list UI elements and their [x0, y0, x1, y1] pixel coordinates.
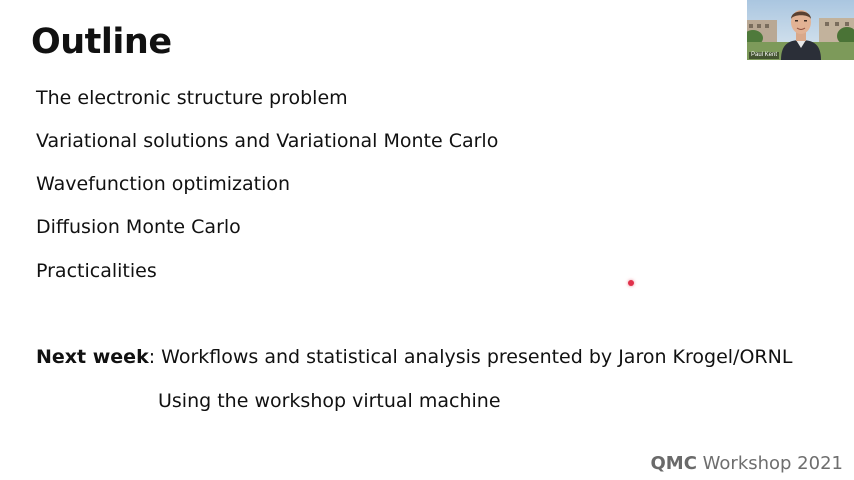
outline-item-4: Diffusion Monte Carlo	[36, 216, 241, 238]
outline-item-5: Practicalities	[36, 260, 157, 282]
slide-footer: QMC Workshop 2021	[651, 453, 844, 475]
next-week-label: Next week	[36, 346, 149, 368]
participant-video-thumbnail[interactable]: Paul Kent	[747, 0, 854, 60]
video-feed-image	[747, 0, 854, 60]
outline-item-1: The electronic structure problem	[36, 87, 348, 109]
participant-name-label: Paul Kent	[749, 52, 780, 59]
next-week-text: : Workflows and statistical analysis pre…	[148, 346, 793, 368]
footer-text: Workshop 2021	[696, 453, 843, 474]
laser-pointer-dot	[628, 280, 634, 286]
outline-item-3: Wavefunction optimization	[36, 173, 291, 195]
slide-title: Outline	[31, 22, 172, 62]
outline-item-2: Variational solutions and Variational Mo…	[36, 130, 499, 152]
next-week-line: Next week: Workflows and statistical ana…	[36, 345, 792, 369]
footer-brand: QMC	[650, 453, 697, 474]
next-week-subitem: Using the workshop virtual machine	[158, 390, 501, 412]
presentation-slide: Outline The electronic structure problem…	[0, 0, 854, 480]
